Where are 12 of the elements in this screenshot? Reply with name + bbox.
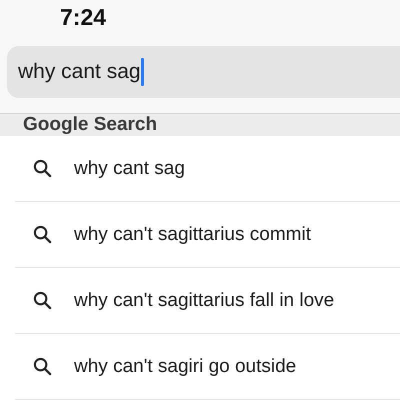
search-icon <box>33 291 52 310</box>
status-time: 7:24 <box>60 4 106 30</box>
search-field[interactable]: why cant sag <box>7 46 400 98</box>
suggestion-row[interactable]: why can't sagiri go outside <box>15 334 400 400</box>
search-icon <box>33 357 52 376</box>
suggestion-row[interactable]: why cant sag <box>15 136 400 202</box>
search-icon <box>33 159 52 178</box>
text-cursor <box>140 58 144 86</box>
suggestion-row[interactable]: why can't sagittarius fall in love <box>15 268 400 334</box>
search-icon <box>33 225 52 244</box>
suggestion-row[interactable]: why can't sagittarius commit <box>15 202 400 268</box>
section-header: Google Search <box>23 114 158 136</box>
